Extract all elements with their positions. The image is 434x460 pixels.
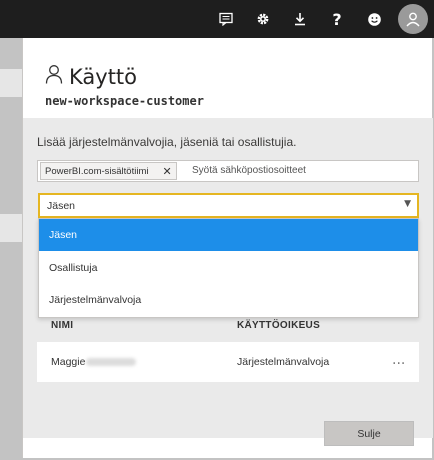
selected-group-chip: PowerBI.com-sisältötiimi ✕ — [40, 162, 177, 180]
feedback-icon[interactable] — [360, 5, 388, 33]
instruction-text: Lisää järjestelmänvalvojia, jäseniä tai … — [37, 135, 297, 149]
member-name: Maggie — [51, 356, 137, 368]
backdrop-strip — [0, 214, 22, 242]
redacted-surname — [86, 358, 137, 367]
member-access: Järjestelmänvalvoja — [237, 356, 330, 368]
role-option-admin[interactable]: Järjestelmänvalvoja — [39, 284, 418, 316]
help-icon[interactable]: ? — [323, 5, 351, 33]
role-option-contributor[interactable]: Osallistuja — [39, 252, 418, 284]
account-icon[interactable] — [398, 4, 428, 34]
download-icon[interactable] — [286, 5, 314, 33]
notification-icon[interactable] — [212, 5, 240, 33]
settings-icon[interactable] — [249, 5, 277, 33]
column-header-name: NIMI — [51, 320, 74, 331]
close-button[interactable]: Sulje — [324, 421, 414, 446]
backdrop-strip — [0, 69, 22, 97]
column-header-access: KÄYTTÖOIKEUS — [237, 320, 321, 331]
role-option-member[interactable]: Jäsen — [39, 219, 418, 251]
chip-remove-icon[interactable]: ✕ — [162, 165, 171, 178]
table-row: Maggie Järjestelmänvalvoja ... — [37, 342, 419, 382]
email-input[interactable]: Syötä sähköpostiosoitteet — [192, 165, 306, 176]
role-dropdown-list: Jäsen Osallistuja Järjestelmänvalvoja — [38, 218, 419, 318]
page-title: Käyttö — [69, 64, 138, 89]
panel-header: Käyttö — [45, 64, 137, 89]
access-panel: Käyttö new-workspace-customer Lisää järj… — [22, 38, 433, 458]
help-label: ? — [332, 9, 342, 29]
member-name-text: Maggie — [51, 356, 86, 368]
chevron-down-icon[interactable]: ▼ — [404, 199, 411, 209]
add-members-section: Lisää järjestelmänvalvojia, jäseniä tai … — [23, 118, 433, 438]
chip-label: PowerBI.com-sisältötiimi — [45, 165, 149, 177]
top-bar: ? — [0, 0, 434, 38]
workspace-name: new-workspace-customer — [45, 94, 204, 108]
role-select[interactable]: Jäsen ▼ — [38, 193, 419, 218]
people-picker[interactable]: PowerBI.com-sisältötiimi ✕ Syötä sähköpo… — [37, 160, 419, 182]
more-options-icon[interactable]: ... — [392, 352, 405, 368]
role-select-value: Jäsen — [47, 200, 76, 212]
person-icon — [45, 64, 63, 89]
